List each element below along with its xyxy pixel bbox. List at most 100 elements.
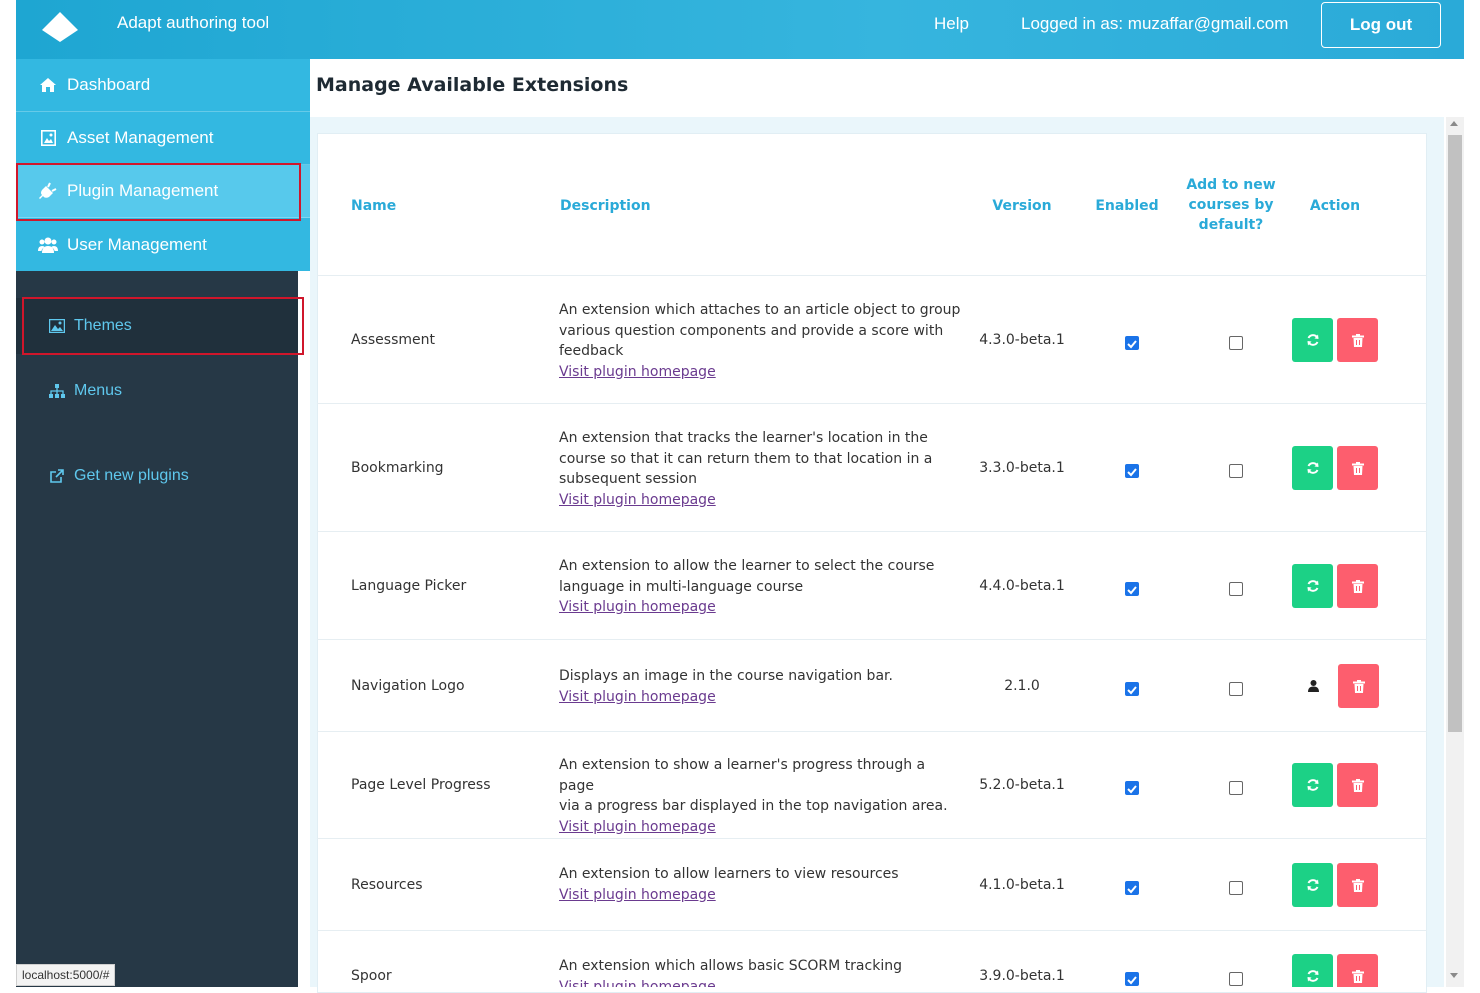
menu-item-dashboard[interactable]: Dashboard <box>16 59 310 112</box>
sitemap-icon <box>48 383 66 399</box>
picture-icon <box>48 318 66 334</box>
description-line: feedback <box>559 343 624 359</box>
app-title: Adapt authoring tool <box>117 13 270 32</box>
checkmark-icon <box>1127 885 1137 894</box>
status-bar-url: localhost:5000/# <box>16 964 116 986</box>
delete-plugin-button[interactable] <box>1337 863 1378 907</box>
sidebar-item-themes[interactable]: Themes <box>16 298 298 354</box>
menu-item-label: Plugin Management <box>67 181 219 200</box>
description-line: An extension to allow learners to view r… <box>559 866 899 882</box>
sidebar-item-label: Themes <box>74 317 132 334</box>
default-checkbox[interactable] <box>1229 972 1243 986</box>
delete-plugin-button[interactable] <box>1337 564 1378 608</box>
enabled-checkbox[interactable] <box>1125 781 1139 795</box>
checkmark-icon <box>1127 785 1137 794</box>
sidebar-item-get-new-plugins[interactable]: Get new plugins <box>16 463 298 489</box>
trash-icon <box>1351 579 1364 593</box>
header-version: Version <box>992 198 1052 214</box>
checkmark-icon <box>1127 586 1137 595</box>
delete-plugin-button[interactable] <box>1337 763 1378 807</box>
plugin-homepage-link[interactable]: Visit plugin homepage <box>559 599 716 615</box>
enabled-checkbox[interactable] <box>1125 582 1139 596</box>
plugin-version: 2.1.0 <box>1004 678 1040 694</box>
main-menu-dropdown: Dashboard Asset Management Plugin Manage… <box>16 59 310 271</box>
plugin-description: An extension to show a learner's progres… <box>559 755 964 837</box>
enabled-checkbox[interactable] <box>1125 336 1139 350</box>
default-checkbox[interactable] <box>1229 336 1243 350</box>
home-icon <box>38 76 58 94</box>
sidebar-item-label: Get new plugins <box>74 467 189 484</box>
checkmark-icon <box>1127 340 1137 349</box>
description-line: via a progress bar displayed in the top … <box>559 798 948 814</box>
menu-item-label: Asset Management <box>67 128 214 147</box>
plugin-homepage-link[interactable]: Visit plugin homepage <box>559 689 716 705</box>
enabled-checkbox[interactable] <box>1125 464 1139 478</box>
menu-item-user-management[interactable]: User Management <box>16 218 310 271</box>
checkmark-icon <box>1127 976 1137 985</box>
delete-plugin-button[interactable] <box>1337 446 1378 490</box>
plugin-homepage-link[interactable]: Visit plugin homepage <box>559 887 716 903</box>
logout-button[interactable]: Log out <box>1321 2 1441 48</box>
sidebar-item-menus[interactable]: Menus <box>16 378 298 404</box>
header-action: Action <box>1309 198 1361 214</box>
enabled-checkbox[interactable] <box>1125 972 1139 986</box>
plugin-homepage-link[interactable]: Visit plugin homepage <box>559 492 716 508</box>
enabled-checkbox[interactable] <box>1125 881 1139 895</box>
scroll-down-arrow-icon[interactable] <box>1450 973 1458 978</box>
plugin-name: Page Level Progress <box>351 777 491 793</box>
default-checkbox[interactable] <box>1229 464 1243 478</box>
adapt-logo-icon[interactable] <box>40 10 80 44</box>
description-line: subsequent session <box>559 471 697 487</box>
refresh-icon <box>1307 779 1318 791</box>
update-plugin-button[interactable] <box>1292 446 1333 490</box>
scrollbar-thumb[interactable] <box>1448 135 1462 732</box>
description-line: An extension to allow the learner to sel… <box>559 558 935 574</box>
menu-item-asset-management[interactable]: Asset Management <box>16 112 310 165</box>
default-checkbox[interactable] <box>1229 582 1243 596</box>
image-file-icon <box>38 129 58 147</box>
plugin-name: Assessment <box>351 332 435 348</box>
description-line: language in multi-language course <box>559 578 804 595</box>
header-description: Description <box>560 198 651 214</box>
update-plugin-button[interactable] <box>1292 564 1333 608</box>
plugin-name: Bookmarking <box>351 460 444 476</box>
enabled-checkbox[interactable] <box>1125 682 1139 696</box>
scroll-up-arrow-icon[interactable] <box>1450 121 1458 126</box>
default-checkbox[interactable] <box>1229 881 1243 895</box>
plugin-description: An extension which attaches to an articl… <box>559 300 964 382</box>
description-line: An extension that tracks the learner's l… <box>559 430 928 446</box>
plugin-homepage-link[interactable]: Visit plugin homepage <box>559 979 716 988</box>
update-plugin-button[interactable] <box>1292 954 1333 987</box>
plugin-version: 4.1.0-beta.1 <box>979 877 1065 893</box>
plugin-description: An extension that tracks the learner's l… <box>559 428 964 510</box>
header-default-line: courses by <box>1188 197 1274 213</box>
plugin-homepage-link[interactable]: Visit plugin homepage <box>559 819 716 835</box>
table-row: Page Level Progress An extension to show… <box>317 731 1427 838</box>
table-row: Spoor An extension which allows basic SC… <box>317 930 1427 987</box>
delete-plugin-button[interactable] <box>1338 664 1379 708</box>
help-link[interactable]: Help <box>934 14 969 34</box>
table-row: Language Picker An extension to allow th… <box>317 531 1427 639</box>
trash-icon <box>1351 969 1364 983</box>
delete-plugin-button[interactable] <box>1337 318 1378 362</box>
plugin-homepage-link[interactable]: Visit plugin homepage <box>559 364 716 380</box>
plugin-name: Navigation Logo <box>351 678 465 694</box>
menu-item-plugin-management[interactable]: Plugin Management <box>16 165 310 218</box>
default-checkbox[interactable] <box>1229 682 1243 696</box>
trash-icon <box>1351 778 1364 792</box>
plugin-version: 4.4.0-beta.1 <box>979 578 1065 594</box>
description-line: Displays an image in the course navigati… <box>559 668 893 684</box>
refresh-icon <box>1307 334 1318 346</box>
update-plugin-button[interactable] <box>1292 863 1333 907</box>
sidebar-item-label: Menus <box>74 382 123 399</box>
trash-icon <box>1351 333 1364 347</box>
plugin-version: 4.3.0-beta.1 <box>979 332 1065 348</box>
update-plugin-button[interactable] <box>1292 763 1333 807</box>
plugin-name: Resources <box>351 877 423 893</box>
plugin-version: 3.3.0-beta.1 <box>979 460 1065 476</box>
delete-plugin-button[interactable] <box>1337 954 1378 987</box>
default-checkbox[interactable] <box>1229 781 1243 795</box>
user-icon <box>1308 680 1319 692</box>
header-enabled: Enabled <box>1095 198 1159 214</box>
update-plugin-button[interactable] <box>1292 318 1333 362</box>
